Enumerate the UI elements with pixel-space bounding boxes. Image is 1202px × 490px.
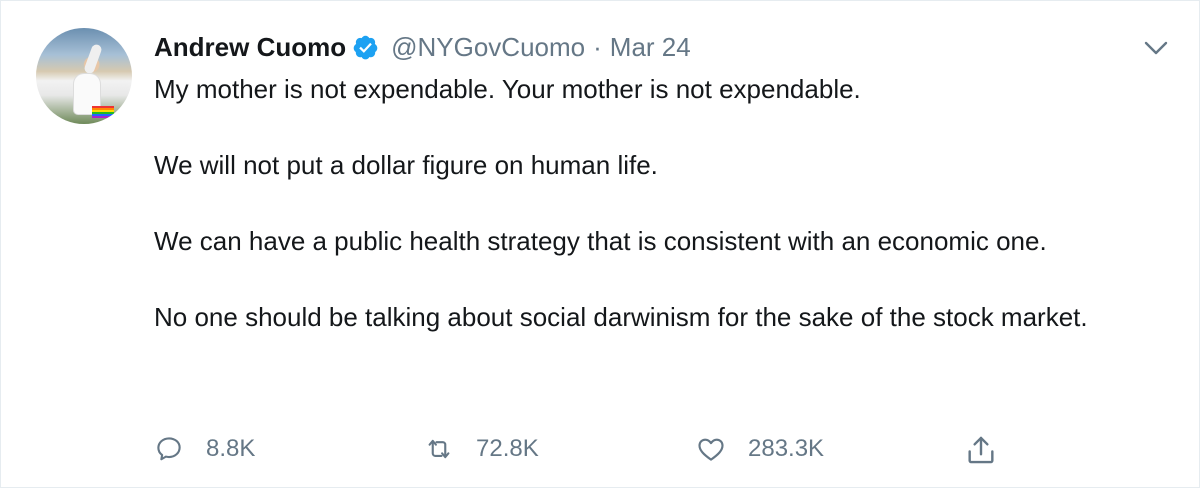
chevron-down-icon[interactable]: [1141, 36, 1171, 60]
verified-badge-icon: [353, 35, 378, 59]
tweet-paragraph: No one should be talking about social da…: [154, 302, 1088, 332]
tweet-text: My mother is not expendable. Your mother…: [154, 71, 1174, 375]
retweet-button[interactable]: 72.8K: [424, 429, 539, 469]
like-button[interactable]: 283.3K: [696, 429, 824, 469]
tweet-paragraph: We will not put a dollar figure on human…: [154, 150, 658, 180]
tweet-paragraph: We can have a public health strategy tha…: [154, 226, 1047, 256]
retweet-icon: [428, 439, 450, 459]
avatar-flag: [92, 106, 114, 118]
tweet-actions: 8.8K 72.8K 283.3K: [154, 429, 1014, 469]
avatar[interactable]: [36, 28, 132, 124]
tweet-card[interactable]: Andrew Cuomo @NYGovCuomo · Mar 24 My mot…: [0, 0, 1200, 488]
heart-icon: [698, 438, 724, 461]
header-separator: ·: [593, 31, 602, 62]
tweet-date[interactable]: Mar 24: [610, 32, 691, 63]
share-icon[interactable]: [964, 433, 998, 467]
like-count: 283.3K: [748, 435, 825, 462]
reply-button[interactable]: 8.8K: [154, 429, 255, 469]
author-name[interactable]: Andrew Cuomo: [154, 32, 346, 63]
tweet-header: Andrew Cuomo @NYGovCuomo · Mar 24: [154, 29, 691, 65]
reply-count: 8.8K: [206, 435, 256, 462]
avatar-arm: [83, 43, 103, 75]
reply-icon: [157, 437, 181, 461]
tweet-paragraph: My mother is not expendable. Your mother…: [154, 74, 861, 104]
retweet-count: 72.8K: [476, 435, 539, 462]
author-handle[interactable]: @NYGovCuomo: [391, 32, 585, 63]
